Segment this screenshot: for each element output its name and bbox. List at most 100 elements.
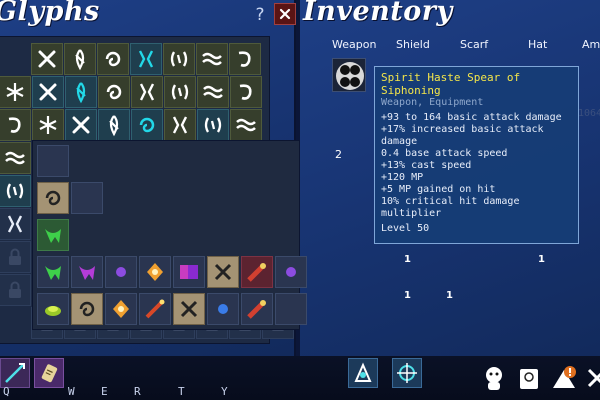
tooltip-stat: +93 to 164 basic attack damage (381, 112, 562, 123)
cross-icon (214, 263, 232, 281)
item-stack-count: 1 (404, 254, 411, 265)
glyph-slot[interactable] (98, 109, 130, 141)
tab-shield[interactable]: Shield (396, 38, 430, 51)
glyph-slot[interactable] (164, 109, 196, 141)
glyph-slot[interactable] (31, 43, 63, 75)
glyph-slot[interactable] (65, 76, 97, 108)
glyph-slot[interactable] (0, 208, 31, 240)
gem-orange-icon (113, 300, 129, 318)
inventory-slot[interactable] (207, 256, 239, 288)
hotbar-slot-spirit[interactable] (348, 358, 378, 388)
tab-scarf[interactable]: Scarf (460, 38, 488, 51)
inventory-slot[interactable] (139, 256, 171, 288)
scarf-icon (45, 229, 61, 243)
glyph-hook-icon (238, 51, 251, 67)
inventory-slot[interactable] (37, 182, 69, 214)
inventory-slot[interactable] (105, 256, 137, 288)
lock-icon (9, 248, 21, 265)
hotkey-label: T (178, 385, 185, 398)
glyph-slot[interactable] (197, 76, 229, 108)
inventory-slot[interactable] (207, 293, 239, 325)
inventory-slot[interactable] (37, 145, 69, 177)
glyph-shard-icon (172, 116, 188, 134)
character-icon[interactable] (479, 362, 509, 394)
journal-icon[interactable] (514, 362, 544, 394)
inventory-slot[interactable] (241, 293, 273, 325)
inventory-slot[interactable] (71, 293, 103, 325)
tooltip-subtitle: Weapon, Equipment (381, 97, 484, 108)
glyph-slot[interactable] (196, 43, 228, 75)
glyph-slot[interactable] (163, 43, 195, 75)
tooltip-stat: +5 MP gained on hit (381, 184, 496, 195)
glyph-slot[interactable] (0, 109, 31, 141)
glyph-slot[interactable] (230, 109, 262, 141)
inventory-slot[interactable] (71, 182, 103, 214)
glyph-cross-icon (38, 50, 56, 68)
hotbar-slot-orb[interactable] (392, 358, 422, 388)
inventory-slot[interactable] (71, 256, 103, 288)
glyph-slot[interactable] (131, 76, 163, 108)
glyph-spark-icon (6, 83, 24, 101)
glyph-slot[interactable] (230, 76, 262, 108)
glyph-slot[interactable] (131, 109, 163, 141)
glyph-slot[interactable] (0, 142, 31, 174)
glyph-slot[interactable] (0, 76, 31, 108)
glyph-slot[interactable] (197, 109, 229, 141)
glyph-slot[interactable] (97, 43, 129, 75)
inventory-slot[interactable] (275, 293, 307, 325)
inventory-slot[interactable] (37, 293, 69, 325)
map-alert-icon[interactable] (549, 362, 579, 394)
hotbar-slot-q[interactable] (0, 358, 30, 388)
inventory-slot[interactable] (241, 256, 273, 288)
inventory-panel-title: Inventory (303, 0, 453, 27)
glyph-slot[interactable] (32, 109, 64, 141)
glyph-spark-icon (39, 116, 57, 134)
item-stack-count: 1 (446, 290, 453, 301)
glyph-slot[interactable] (130, 43, 162, 75)
hotbar-slot-w[interactable] (34, 358, 64, 388)
inventory-slot[interactable] (105, 293, 137, 325)
gem-purple-icon (286, 267, 296, 277)
hotbar (0, 356, 600, 400)
locked-glyph-slot[interactable] (0, 241, 31, 273)
glyph-slot[interactable] (229, 43, 261, 75)
hotkey-label: W (68, 385, 75, 398)
glyph-wave-icon (236, 118, 256, 132)
glyph-slot[interactable] (98, 76, 130, 108)
glyph-hook-icon (8, 117, 21, 133)
star-burst-icon (397, 363, 417, 383)
tab-hat[interactable]: Hat (528, 38, 547, 51)
glyph-slot[interactable] (0, 175, 31, 207)
equipment-tabs: Weapon Shield Scarf Hat Amu (300, 38, 600, 54)
glyph-hook-icon (239, 84, 252, 100)
swirl-icon (45, 190, 61, 206)
inventory-slot[interactable] (37, 219, 69, 251)
glyph-slot[interactable] (64, 43, 96, 75)
skills-icon[interactable] (582, 362, 600, 394)
faded-number: 1064 (578, 108, 600, 119)
swirl-icon (79, 301, 95, 317)
weapon-slot[interactable] (332, 58, 366, 92)
gem-purple-icon (116, 267, 126, 277)
help-icon[interactable]: ? (251, 5, 269, 25)
scroll-skill-icon (41, 364, 58, 383)
glyph-slot[interactable] (65, 109, 97, 141)
glyph-cross-icon (72, 116, 90, 134)
inventory-slot[interactable] (37, 256, 69, 288)
inventory-slot[interactable] (173, 293, 205, 325)
inventory-slot[interactable] (275, 256, 307, 288)
glyph-paren-icon (170, 51, 188, 67)
glyph-slot[interactable] (32, 76, 64, 108)
glyph-paren-icon (6, 183, 24, 199)
inventory-slot[interactable] (173, 256, 205, 288)
glyph-swirl-icon (139, 117, 155, 133)
tab-amulet[interactable]: Amu (582, 38, 600, 51)
scarf-purple-icon (79, 266, 95, 280)
close-button[interactable] (274, 3, 296, 25)
glyph-flame-icon (109, 115, 119, 137)
locked-glyph-slot[interactable] (0, 274, 31, 306)
glyph-wave-icon (5, 151, 25, 165)
tab-weapon[interactable]: Weapon (332, 38, 376, 51)
glyph-slot[interactable] (164, 76, 196, 108)
inventory-slot[interactable] (139, 293, 171, 325)
